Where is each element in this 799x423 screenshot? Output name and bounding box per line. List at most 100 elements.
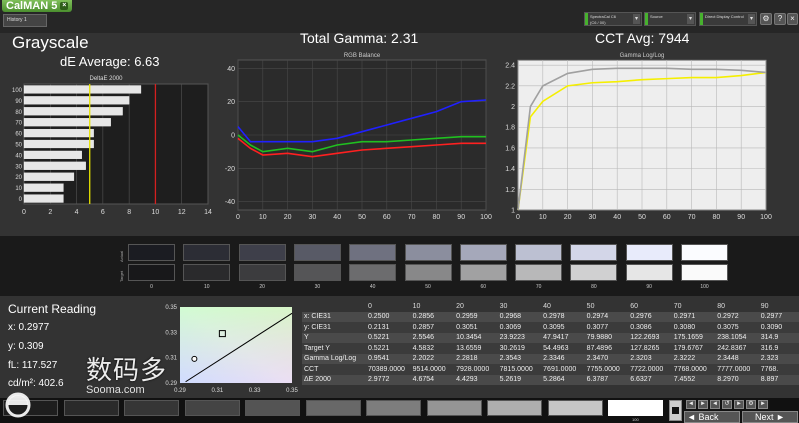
- bar: [23, 107, 123, 116]
- actual-swatch: [128, 244, 175, 261]
- meter-dropdown[interactable]: SpectraCal C6 (C6 / 00) ▾: [584, 12, 642, 26]
- x-tick-label: 90: [457, 214, 465, 221]
- target-swatch: [404, 264, 452, 281]
- y-tick-label: 0.35: [165, 305, 177, 311]
- gamma-chart: Gamma Log/Log 0 10 20 30 40 50 60 70 80 90 100 2.4 2.…: [505, 53, 772, 221]
- de-average: dE Average: 6.63: [60, 54, 160, 69]
- table-cell: 4.5832: [410, 343, 455, 354]
- actual-label: Actual: [119, 250, 124, 262]
- x-tick-label: 10: [259, 214, 267, 221]
- table-cell: 238.1054: [715, 332, 759, 343]
- x-tick-label: 70: [688, 214, 696, 221]
- table-cell: 0.2974: [584, 311, 629, 322]
- play-button[interactable]: ►: [698, 400, 708, 409]
- y-tick-label: 0: [231, 133, 235, 140]
- reading-fl: fL: 117.527: [8, 360, 58, 371]
- patch-button[interactable]: [487, 400, 542, 416]
- last-button[interactable]: ►: [758, 400, 768, 409]
- patch-button[interactable]: [305, 400, 361, 416]
- stop-icon: [672, 407, 679, 414]
- prev-button[interactable]: ◄: [710, 400, 720, 409]
- actual-swatch: [349, 244, 397, 261]
- next-button[interactable]: Next ►: [742, 411, 798, 423]
- bar: [23, 139, 94, 149]
- table-cell: 0.5221: [365, 332, 411, 343]
- patch-button[interactable]: [547, 400, 603, 416]
- source-dropdown[interactable]: Source ▾: [644, 12, 696, 26]
- close-icon[interactable]: ×: [787, 13, 798, 25]
- patch-button[interactable]: [245, 400, 300, 416]
- display-control-dropdown[interactable]: Direct Display Control ▾: [699, 12, 757, 26]
- y-tick-label: 70: [15, 121, 22, 127]
- table-cell: 9514.0000: [410, 364, 455, 375]
- column-header: 10: [412, 302, 421, 310]
- stop-button[interactable]: [669, 400, 682, 421]
- table-cell: 242.8367: [715, 343, 759, 354]
- table-cell: 0.3090: [758, 322, 799, 333]
- swatch-tick-label: 80: [591, 284, 597, 290]
- x-tick-label: 0.33: [249, 388, 261, 394]
- table-cell: 8.2970: [715, 374, 759, 385]
- table-cell: 316.9: [758, 343, 799, 354]
- chart-title: RGB Balance: [344, 53, 381, 59]
- history-tab[interactable]: History 1: [3, 14, 47, 27]
- target-swatch: [681, 264, 728, 281]
- y-tick-label: 80: [15, 110, 22, 116]
- x-tick-label: 0: [236, 214, 240, 221]
- row-label: CCT: [302, 364, 366, 375]
- table-cell: 7.4552: [671, 374, 716, 385]
- gear-icon[interactable]: ⚙: [760, 13, 772, 25]
- table-cell: 7815.0000: [497, 364, 542, 375]
- column-header: 0: [367, 302, 372, 310]
- x-tick-label: 10: [539, 214, 547, 221]
- patch-button[interactable]: [184, 400, 240, 416]
- target-swatch: [238, 264, 286, 281]
- table-row: x: CIE31 0.2500 0.2856 0.2959 0.2968 0.2978 0.…: [302, 311, 799, 322]
- table-cell: 2.3543: [497, 353, 542, 364]
- row-label: ΔE 2000: [302, 374, 366, 385]
- x-tick-label: 0.31: [211, 388, 223, 394]
- table-cell: 2.5546: [410, 332, 455, 343]
- x-tick-label: 100: [760, 214, 772, 221]
- x-tick-label: 20: [564, 214, 572, 221]
- column-header: 70: [673, 302, 682, 310]
- next-small-button[interactable]: ►: [734, 400, 744, 409]
- actual-swatch: [183, 244, 231, 261]
- first-button[interactable]: ◄: [686, 400, 696, 409]
- page-title: Grayscale: [12, 33, 89, 52]
- data-table: 0 10 20 30 40 50 60 70 80 90 x: CIE31 0.2500 0.2856 0…: [302, 301, 799, 385]
- table-row: Y 0.5221 2.5546 10.3454 23.9223 47.9417 79.988…: [302, 332, 799, 343]
- row-label: y: CIE31: [302, 322, 366, 333]
- y-tick-label: 50: [15, 143, 22, 149]
- patch-button[interactable]: [124, 400, 179, 416]
- actual-swatch: [681, 244, 728, 261]
- swatch-tick-label: 0: [150, 284, 153, 290]
- y-tick-label: 1.2: [505, 187, 515, 194]
- swatch-tick-label: 20: [259, 284, 265, 290]
- y-tick-label: 0: [19, 197, 23, 203]
- table-cell: 13.6559: [454, 343, 498, 354]
- actual-swatch: [459, 244, 507, 261]
- table-cell: 0.3069: [497, 322, 542, 333]
- table-cell: 30.2619: [497, 343, 542, 354]
- row-label: Y: [302, 332, 366, 343]
- table-cell: 2.2818: [454, 353, 498, 364]
- table-cell: 6.3787: [584, 374, 629, 385]
- column-header: 90: [760, 302, 769, 310]
- back-button[interactable]: ◄ Back: [684, 411, 740, 423]
- table-cell: 2.3470: [584, 353, 629, 364]
- help-icon[interactable]: ?: [774, 13, 786, 25]
- logo-close-icon[interactable]: ×: [60, 2, 69, 11]
- table-cell: 0.2856: [410, 311, 455, 322]
- patch-button[interactable]: [366, 400, 421, 416]
- table-cell: 0.2959: [454, 311, 498, 322]
- patch-button[interactable]: [63, 400, 119, 416]
- column-header: 20: [456, 302, 464, 310]
- loop-button[interactable]: ↺: [722, 400, 732, 409]
- table-cell: 2.3222: [671, 353, 716, 364]
- table-cell: 122.2693: [628, 332, 672, 343]
- patch-button[interactable]: [608, 400, 663, 416]
- current-reading-title: Current Reading: [8, 302, 97, 316]
- settings-button[interactable]: ⚙: [746, 400, 756, 409]
- patch-button[interactable]: [426, 400, 482, 416]
